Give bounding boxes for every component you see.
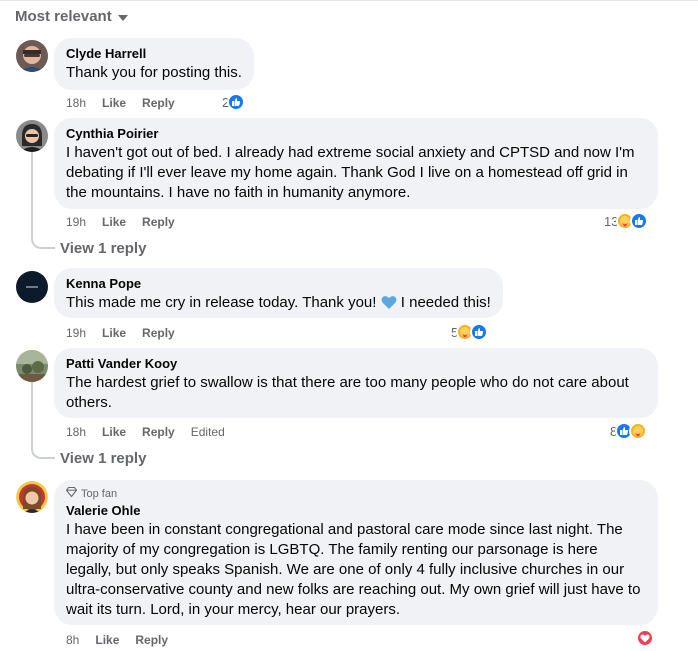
- comment-text: I haven't got out of bed. I already had …: [66, 144, 635, 201]
- view-replies-link[interactable]: View 1 reply: [60, 240, 146, 257]
- edited-label: Edited: [190, 425, 225, 439]
- comment-bubble: Cynthia Poirier I haven't got out of bed…: [54, 118, 658, 209]
- reply-button[interactable]: Reply: [142, 95, 175, 111]
- sort-dropdown[interactable]: Most relevant: [15, 8, 128, 25]
- avatar[interactable]: [16, 271, 48, 303]
- comment-actions: 8h Like Reply: [66, 632, 168, 648]
- comment-author[interactable]: Valerie Ohle: [66, 503, 646, 519]
- comment-text: This made me cry in release today. Thank…: [66, 293, 491, 316]
- care-icon: [629, 422, 648, 440]
- comment-time[interactable]: 19h: [66, 214, 86, 230]
- comment-actions: 19h Like Reply: [66, 325, 175, 341]
- like-button[interactable]: Like: [102, 424, 126, 440]
- chevron-down-icon: [117, 14, 128, 21]
- comment-text: Thank you for posting this.: [66, 64, 242, 81]
- comment-text-part: This made me cry in release today. Thank…: [66, 294, 381, 311]
- comment-bubble: Patti Vander Kooy The hardest grief to s…: [54, 348, 658, 418]
- top-divider: [0, 0, 698, 1]
- reply-button[interactable]: Reply: [142, 214, 175, 230]
- reply-button[interactable]: Reply: [142, 424, 175, 440]
- comment-author[interactable]: Patti Vander Kooy: [66, 356, 646, 372]
- blue-heart-icon: [381, 295, 397, 316]
- comment-actions: 19h Like Reply: [66, 214, 175, 230]
- like-button[interactable]: Like: [102, 214, 126, 230]
- like-button[interactable]: Like: [102, 95, 126, 111]
- reaction-summary[interactable]: 5: [451, 323, 489, 341]
- badge-label: Top fan: [81, 488, 118, 500]
- like-icon: [630, 212, 649, 230]
- comment-time[interactable]: 19h: [66, 325, 86, 341]
- sort-label: Most relevant: [15, 8, 112, 25]
- love-icon: [636, 629, 654, 647]
- top-fan-badge: Top fan: [65, 486, 646, 501]
- comment-time[interactable]: 18h: [66, 424, 86, 440]
- comment-text: The hardest grief to swallow is that the…: [66, 374, 629, 411]
- comment-bubble: Kenna Pope This made me cry in release t…: [54, 268, 503, 318]
- reaction-summary[interactable]: 2: [222, 93, 246, 111]
- comment-text-part: I needed this!: [396, 294, 491, 311]
- reply-button[interactable]: Reply: [135, 632, 168, 648]
- comment-actions: 18h Like Reply: [66, 95, 175, 111]
- comment-bubble: Top fan Valerie Ohle I have been in cons…: [54, 480, 658, 625]
- comment-actions: 18h Like Reply Edited: [66, 424, 225, 440]
- reaction-summary[interactable]: 8: [610, 422, 648, 440]
- reaction-summary[interactable]: [636, 629, 654, 647]
- comment-text: I have been in constant congregational a…: [66, 521, 641, 618]
- like-icon: [227, 93, 246, 111]
- comment-bubble: Clyde Harrell Thank you for posting this…: [54, 38, 254, 90]
- like-icon: [470, 323, 489, 341]
- avatar[interactable]: [16, 40, 48, 72]
- avatar[interactable]: [16, 481, 48, 513]
- like-button[interactable]: Like: [102, 325, 126, 341]
- reply-button[interactable]: Reply: [142, 325, 175, 341]
- reply-thread-line: [31, 152, 55, 249]
- comment-time[interactable]: 8h: [66, 632, 79, 648]
- avatar[interactable]: [16, 350, 48, 382]
- like-button[interactable]: Like: [95, 632, 119, 648]
- comment-time[interactable]: 18h: [66, 95, 86, 111]
- view-replies-link[interactable]: View 1 reply: [60, 450, 146, 467]
- diamond-icon: [65, 486, 78, 501]
- reply-thread-line: [31, 382, 55, 459]
- reaction-summary[interactable]: 13: [604, 212, 649, 230]
- avatar[interactable]: [16, 120, 48, 152]
- comment-author[interactable]: Cynthia Poirier: [66, 126, 646, 142]
- comment-author[interactable]: Kenna Pope: [66, 276, 491, 292]
- comment-author[interactable]: Clyde Harrell: [66, 46, 242, 62]
